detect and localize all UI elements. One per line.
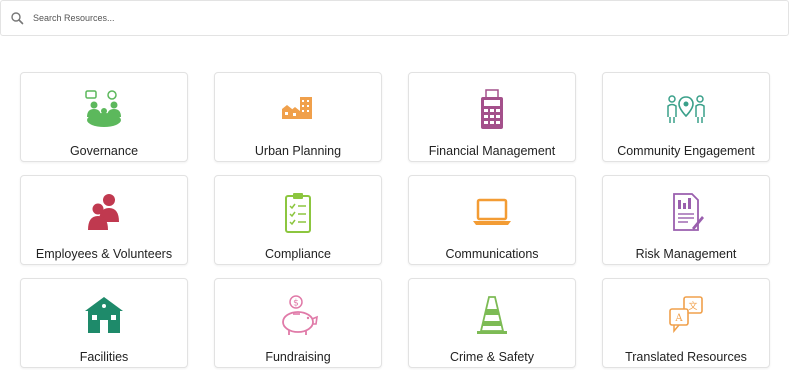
search-bar[interactable] (0, 0, 789, 36)
laptop-icon (470, 192, 514, 234)
card-financial-management[interactable]: Financial Management (408, 72, 576, 162)
card-urban-planning[interactable]: Urban Planning (214, 72, 382, 162)
card-compliance[interactable]: Compliance (214, 175, 382, 265)
card-label: Fundraising (265, 350, 331, 364)
card-crime-safety[interactable]: Crime & Safety (408, 278, 576, 368)
card-label: Community Engagement (617, 144, 755, 158)
search-icon (10, 11, 24, 25)
document-chart-icon (664, 192, 708, 234)
traffic-cone-icon (470, 295, 514, 337)
card-facilities[interactable]: Facilities (20, 278, 188, 368)
card-label: Translated Resources (625, 350, 747, 364)
users-icon (82, 192, 126, 234)
people-location-icon (664, 89, 708, 131)
card-communications[interactable]: Communications (408, 175, 576, 265)
card-label: Communications (445, 247, 539, 261)
city-icon (276, 89, 320, 131)
card-risk-management[interactable]: Risk Management (602, 175, 770, 265)
piggy-bank-icon: $ (276, 295, 320, 337)
card-label: Financial Management (428, 144, 556, 158)
card-label: Urban Planning (254, 144, 342, 158)
svg-text:文: 文 (688, 300, 697, 312)
card-label: Governance (69, 144, 139, 158)
building-icon (82, 295, 126, 337)
translate-icon: 文 A (664, 295, 708, 337)
card-label: Employees & Volunteers (35, 247, 173, 261)
card-translated-resources[interactable]: 文 A Translated Resources (602, 278, 770, 368)
svg-text:A: A (674, 313, 683, 324)
card-label: Facilities (79, 350, 129, 364)
search-input[interactable] (33, 13, 788, 23)
calculator-icon (470, 89, 514, 131)
svg-text:$: $ (293, 299, 299, 309)
clipboard-checklist-icon (276, 192, 320, 234)
meeting-icon (82, 89, 126, 131)
card-label: Crime & Safety (449, 350, 535, 364)
card-label: Risk Management (635, 247, 737, 261)
card-label: Compliance (264, 247, 331, 261)
card-fundraising[interactable]: $ Fundraising (214, 278, 382, 368)
card-community-engagement[interactable]: Community Engagement (602, 72, 770, 162)
card-employees-volunteers[interactable]: Employees & Volunteers (20, 175, 188, 265)
card-governance[interactable]: Governance (20, 72, 188, 162)
resource-grid: Governance Urban Planning Financial Mana… (20, 72, 770, 368)
